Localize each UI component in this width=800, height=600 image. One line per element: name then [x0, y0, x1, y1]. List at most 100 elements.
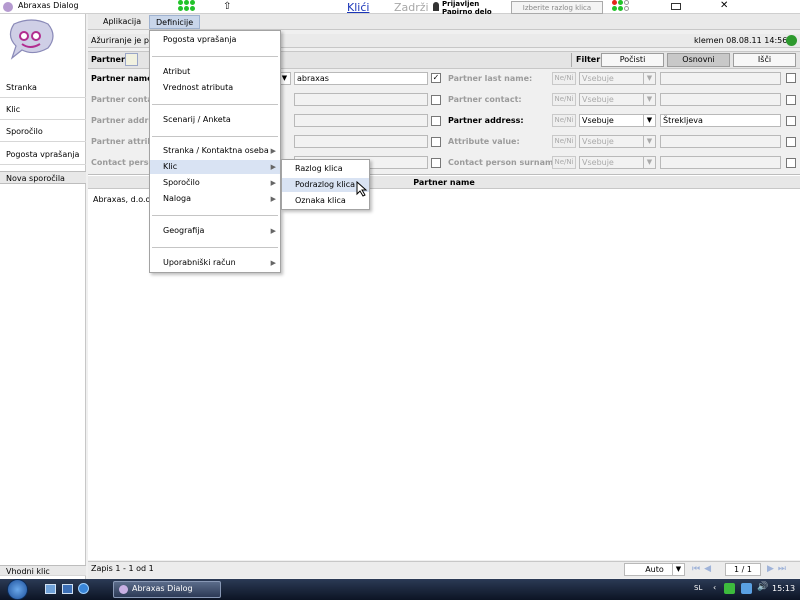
partner-last-name-label: Partner last name: — [448, 74, 533, 83]
menu-item-pogosta-vprasanja[interactable]: Pogosta vprašanja — [150, 33, 280, 47]
contact-surname-input[interactable] — [660, 156, 781, 169]
partner-contact-operator-value: Vsebuje — [582, 95, 614, 104]
contact-surname-checkbox[interactable] — [786, 158, 796, 168]
menu-item-scenarij-anketa[interactable]: Scenarij / Anketa — [150, 113, 280, 127]
klici-link[interactable]: Klići — [347, 1, 369, 14]
partner-last-name-checkbox[interactable] — [786, 73, 796, 83]
partner-name-checkbox[interactable]: ✓ — [431, 73, 441, 83]
sidebar-item-pogosta-vprasanja[interactable]: Pogosta vprašanja — [0, 144, 86, 165]
attribute-value-operator-value: Vsebuje — [582, 137, 614, 146]
menu-item-sporocilo-label: Sporočilo — [163, 178, 200, 187]
search-button[interactable]: Išči — [733, 53, 796, 67]
incoming-call-label[interactable]: Vhodni klic — [0, 565, 86, 576]
partner-address-checkbox[interactable] — [431, 116, 441, 126]
submenu-arrow-icon: ▶ — [270, 195, 276, 203]
partner-attribute-input[interactable] — [294, 135, 428, 148]
menu-item-geografija[interactable]: Geografija ▶ — [150, 224, 280, 238]
partner-address-label: Partner addre — [91, 116, 154, 125]
chat-logo-icon — [4, 16, 60, 68]
menu-item-vrednost-atributa[interactable]: Vrednost atributa — [150, 81, 280, 95]
attribute-value-input[interactable] — [660, 135, 781, 148]
volume-icon[interactable]: 🔊 — [757, 582, 768, 592]
taskbar-window-label: Abraxas Dialog — [132, 584, 193, 593]
zadrzi-button[interactable]: Zadrži — [394, 1, 429, 14]
tray-expand-icon[interactable]: ‹ — [713, 583, 716, 592]
submenu-arrow-icon: ▶ — [270, 259, 276, 267]
menu-definicije[interactable]: Definicije — [149, 15, 201, 29]
partner-address-r-checkbox[interactable] — [786, 116, 796, 126]
table-row[interactable]: Abraxas, d.o.o. — [93, 195, 153, 204]
contact-surname-negate[interactable]: Ne/Ni — [552, 156, 576, 169]
tray-security-icon[interactable] — [724, 583, 735, 594]
menu-item-razlog-klica[interactable]: Razlog klica — [282, 162, 369, 176]
sidebar-item-sporocilo[interactable]: Sporočilo — [0, 121, 86, 142]
submenu-arrow-icon: ▶ — [270, 163, 276, 171]
contact-surname-operator[interactable]: Vsebuje ▼ — [579, 156, 656, 169]
partner-contact-negate[interactable]: Ne/Ni — [552, 93, 576, 106]
partner-address-operator[interactable]: Vsebuje ▼ — [579, 114, 656, 127]
menu-item-atribut[interactable]: Atribut — [150, 65, 280, 79]
contact-person-checkbox[interactable] — [431, 158, 441, 168]
menu-separator — [152, 104, 278, 105]
call-lights-icon — [612, 0, 629, 11]
partner-last-name-negate[interactable]: Ne/Ni — [552, 72, 576, 85]
partner-address-operator-value: Vsebuje — [582, 116, 614, 125]
partner-attribute-checkbox[interactable] — [431, 137, 441, 147]
new-messages-header[interactable]: Nova sporočila — [0, 171, 86, 184]
menu-item-uporabniski-racun[interactable]: Uporabniški račun ▶ — [150, 256, 280, 270]
close-icon[interactable]: ✕ — [720, 0, 728, 11]
status-right-text: klemen 08.08.11 14:56 — [694, 36, 788, 45]
refresh-icon[interactable] — [786, 35, 797, 46]
partner-name-input[interactable]: abraxas — [294, 72, 428, 85]
menu-item-sporocilo[interactable]: Sporočilo ▶ — [150, 176, 280, 190]
partner-contact-operator[interactable]: Vsebuje ▼ — [579, 93, 656, 106]
filter-label: Filter — [576, 55, 601, 64]
attribute-value-checkbox[interactable] — [786, 137, 796, 147]
partner-contact-label: Partner contac — [91, 95, 158, 104]
menu-separator — [152, 56, 278, 57]
browser-icon[interactable] — [78, 583, 89, 594]
switch-windows-icon[interactable] — [62, 584, 73, 594]
sidebar-item-klic[interactable]: Klic — [0, 99, 86, 120]
partner-last-name-input[interactable] — [660, 72, 781, 85]
partner-address-r-input[interactable]: Štrekljeva — [660, 114, 781, 127]
partner-address-input[interactable] — [294, 114, 428, 127]
partner-contact-r-input[interactable] — [660, 93, 781, 106]
attribute-value-negate[interactable]: Ne/Ni — [552, 135, 576, 148]
partner-address-negate[interactable]: Ne/Ni — [552, 114, 576, 127]
clear-button[interactable]: Počisti — [601, 53, 664, 67]
first-prev-icon[interactable]: ⏮◀ — [692, 564, 715, 574]
menu-separator — [152, 136, 278, 137]
next-last-icon[interactable]: ▶⏭ — [767, 564, 790, 574]
call-reason-select[interactable]: Izberite razlog klica — [511, 1, 603, 14]
menu-aplikacija[interactable]: Aplikacija — [97, 15, 147, 29]
menu-separator — [152, 215, 278, 216]
partner-contact-input[interactable] — [294, 93, 428, 106]
tray-network-icon[interactable] — [741, 583, 752, 594]
partner-tab[interactable]: Partner — [91, 55, 125, 64]
sidebar-item-stranka[interactable]: Stranka — [0, 77, 86, 98]
zoom-select[interactable]: Auto ▼ — [624, 563, 685, 576]
attribute-value-operator[interactable]: Vsebuje ▼ — [579, 135, 656, 148]
show-desktop-icon[interactable] — [45, 584, 56, 594]
taskbar-app-icon — [119, 585, 128, 594]
page-input[interactable]: 1 / 1 — [725, 563, 761, 576]
menu-item-stranka-kontaktna-oseba[interactable]: Stranka / Kontaktna oseba ▶ — [150, 144, 280, 158]
partner-contact-r-checkbox[interactable] — [786, 95, 796, 105]
basic-button[interactable]: Osnovni — [667, 53, 730, 67]
menu-item-stranka-label: Stranka / Kontaktna oseba — [163, 146, 269, 155]
menu-item-naloga[interactable]: Naloga ▶ — [150, 192, 280, 206]
clock[interactable]: 15:13 — [772, 584, 795, 593]
partner-last-name-operator[interactable]: Vsebuje ▼ — [579, 72, 656, 85]
new-partner-icon[interactable] — [125, 53, 138, 66]
home-icon[interactable]: ⇧ — [223, 1, 231, 12]
mail-icon[interactable] — [671, 3, 681, 10]
status-left-text: Ažuriranje je pr — [91, 36, 153, 45]
start-button-icon[interactable] — [7, 579, 28, 600]
partner-contact-checkbox[interactable] — [431, 95, 441, 105]
partner-last-name-operator-value: Vsebuje — [582, 74, 614, 83]
menu-item-klic-label: Klic — [163, 162, 178, 171]
user-status-line1: Prijavljen — [442, 0, 480, 8]
menu-item-klic[interactable]: Klic ▶ — [150, 160, 280, 174]
language-indicator[interactable]: SL — [694, 584, 702, 592]
